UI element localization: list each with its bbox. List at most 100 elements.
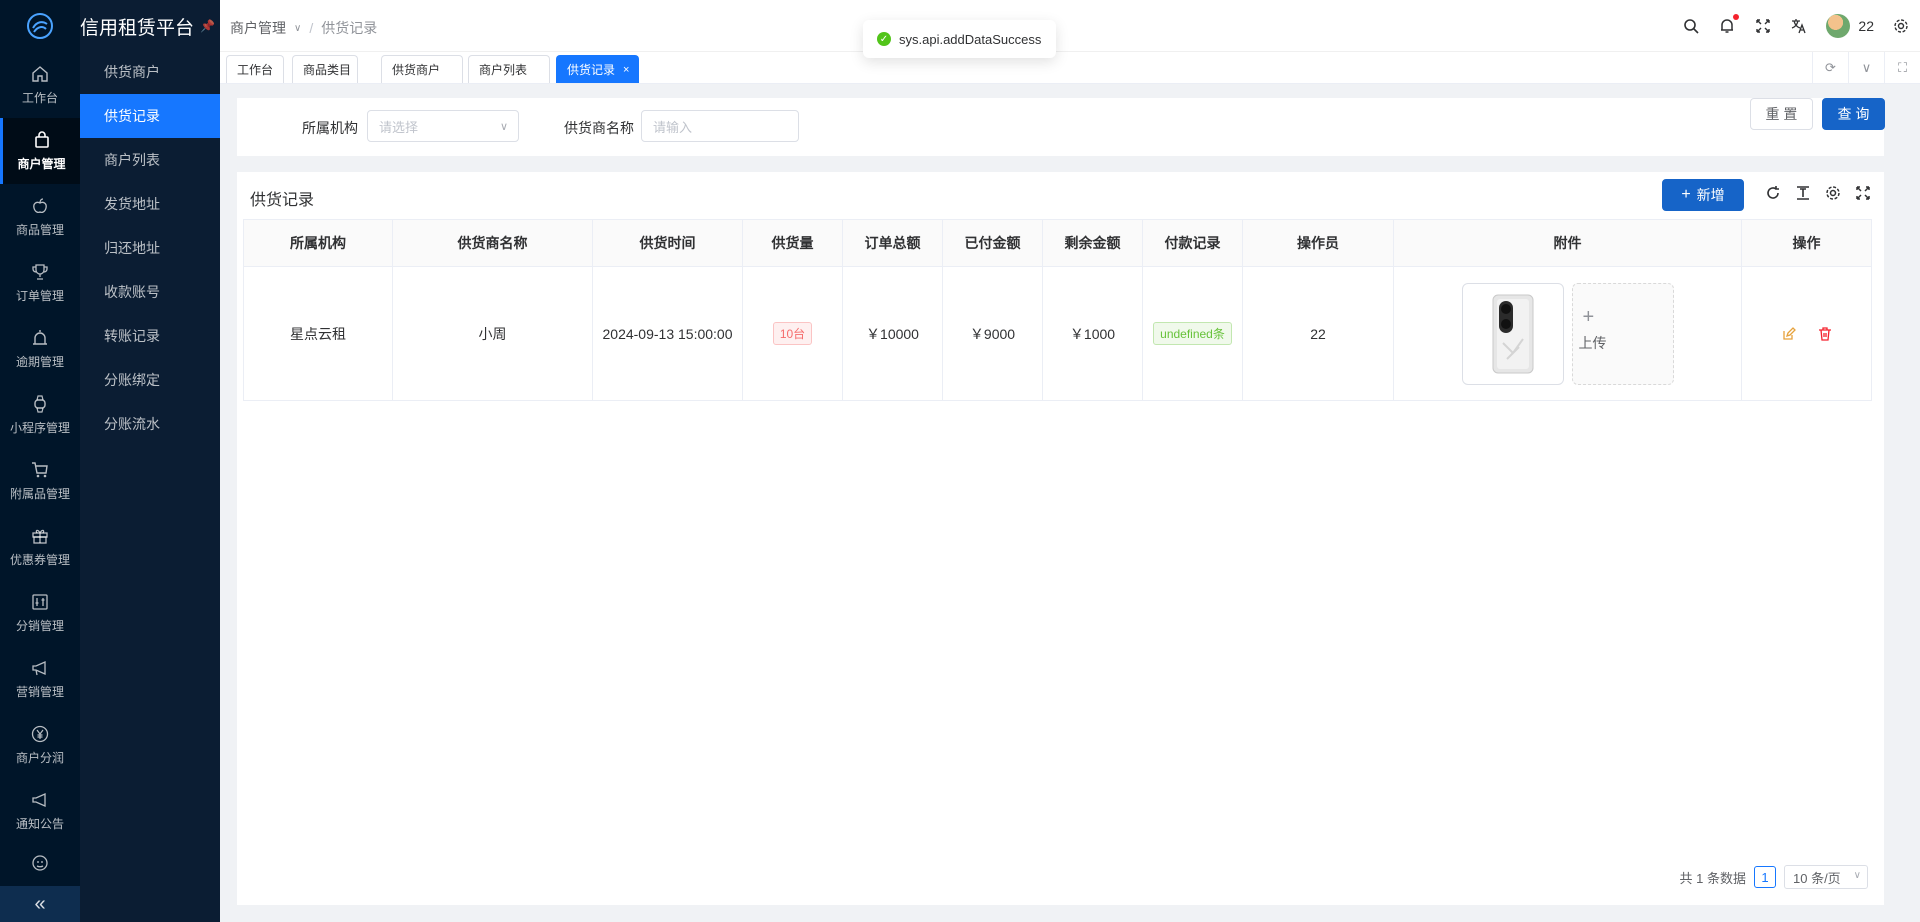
tab-supply-records[interactable]: 供货记录 × xyxy=(556,55,639,83)
avatar[interactable] xyxy=(1826,14,1851,38)
quantity-tag: 10台 xyxy=(772,322,813,345)
cell-supplier: 小周 xyxy=(392,266,593,401)
supplier-label: 供货商名称 xyxy=(564,120,634,136)
cart-icon xyxy=(32,461,48,477)
app-title: 信用租赁平台 xyxy=(80,17,195,39)
submenu-item-receiving-account[interactable]: 收款账号 xyxy=(80,270,220,314)
rail-item-label: 订单管理 xyxy=(15,288,64,303)
delete-icon[interactable] xyxy=(1818,326,1832,341)
submenu: 信用租赁平台 📌 供货商户 供货记录 商户列表 发货地址 归还地址 收款账号 转… xyxy=(80,0,220,922)
settings-icon[interactable] xyxy=(1822,182,1844,204)
query-button[interactable]: 查 询 xyxy=(1822,98,1885,130)
logo-icon xyxy=(27,13,53,39)
rail-item-label: 商户管理 xyxy=(17,156,66,171)
watch-icon xyxy=(34,394,46,413)
close-icon[interactable]: × xyxy=(623,64,629,76)
shopping-bag-icon xyxy=(34,130,49,148)
maximize-icon[interactable]: ⛶ xyxy=(1884,52,1920,84)
sliders-icon xyxy=(32,593,48,610)
user-name[interactable]: 22 xyxy=(1858,18,1874,34)
rail-item-orders[interactable]: 订单管理 xyxy=(0,250,80,316)
tab-goods-category[interactable]: 商品类目 xyxy=(292,55,358,83)
reset-button[interactable]: 重 置 xyxy=(1750,98,1813,130)
column-header: 供货商名称 xyxy=(392,219,593,267)
cell-time: 2024-09-13 15:00:00 xyxy=(592,266,743,401)
brand: 信用租赁平台 📌 xyxy=(80,0,220,52)
filter-panel: 所属机构 请选择 ∨ 供货商名称 请输入 重 置 查 询 xyxy=(237,98,1885,156)
column-header: 操作员 xyxy=(1242,219,1394,267)
row-actions xyxy=(1742,326,1871,341)
gift-icon xyxy=(32,529,48,544)
column-height-icon[interactable] xyxy=(1792,182,1814,204)
rail-item-label: 通知公告 xyxy=(15,816,64,831)
submenu-item-split-binding[interactable]: 分账绑定 xyxy=(80,358,220,402)
expand-icon[interactable] xyxy=(1852,182,1874,204)
notice-icon xyxy=(32,792,46,807)
edit-icon[interactable] xyxy=(1782,326,1796,341)
chevron-down-icon: ∨ xyxy=(1853,870,1861,881)
tab-bar: 工作台 商品类目 供货商户 商户列表 供货记录 × ⟳ ∨ ⛶ xyxy=(220,52,1920,84)
tab-merchant-list[interactable]: 商户列表 xyxy=(468,55,550,83)
table-row: 星点云租 小周 2024-09-13 15:00:00 10台 ￥10000 ￥… xyxy=(243,266,1872,401)
add-button[interactable]: + 新增 xyxy=(1662,179,1744,211)
pin-icon[interactable]: 📌 xyxy=(200,19,215,33)
tab-workbench[interactable]: 工作台 xyxy=(226,55,284,83)
fullscreen-icon[interactable] xyxy=(1754,17,1772,35)
rail-item-coupons[interactable]: 优惠券管理 xyxy=(0,514,80,580)
rail-item-marketing[interactable]: 营销管理 xyxy=(0,646,80,712)
refresh-icon[interactable] xyxy=(1762,182,1784,204)
attachment-thumbnail[interactable] xyxy=(1461,282,1564,385)
gear-icon[interactable] xyxy=(1892,17,1910,35)
rail-item-label: 商户分润 xyxy=(15,750,64,765)
column-header: 已付金额 xyxy=(942,219,1043,267)
records-table: 所属机构 供货商名称 供货时间 供货量 订单总额 已付金额 剩余金额 付款记录 … xyxy=(243,219,1872,401)
chevron-down-icon: ∨ xyxy=(499,121,508,133)
tab-label: 商品类目 xyxy=(303,63,352,77)
add-button-label: 新增 xyxy=(1696,187,1725,203)
plus-icon: + xyxy=(1681,186,1691,203)
submenu-item-split-flow[interactable]: 分账流水 xyxy=(80,402,220,446)
bell-icon[interactable] xyxy=(1718,14,1740,35)
org-select[interactable]: 请选择 ∨ xyxy=(367,110,519,142)
rail-item-distribution[interactable]: 分销管理 xyxy=(0,580,80,646)
submenu-item-supply-records[interactable]: 供货记录 xyxy=(80,94,220,138)
yen-icon xyxy=(31,725,49,742)
submenu-item-merchant-list[interactable]: 商户列表 xyxy=(80,138,220,182)
breadcrumb-item-merchant[interactable]: 商户管理 xyxy=(230,18,286,38)
payment-records-tag[interactable]: undefined条 xyxy=(1153,322,1232,345)
rail-item-merchant[interactable]: 商户管理 xyxy=(0,118,80,184)
chevron-down-icon[interactable]: ∨ xyxy=(1848,52,1884,84)
cell-paid: ￥9000 xyxy=(942,266,1043,401)
rail-item-profit[interactable]: 商户分润 xyxy=(0,712,80,778)
submenu-item-shipping-address[interactable]: 发货地址 xyxy=(80,182,220,226)
submenu-item-transfer-records[interactable]: 转账记录 xyxy=(80,314,220,358)
upload-button[interactable]: + 上传 xyxy=(1571,282,1674,385)
cell-operator: 22 xyxy=(1242,266,1394,401)
column-header: 附件 xyxy=(1393,219,1742,267)
rail-item-accessories[interactable]: 附属品管理 xyxy=(0,448,80,514)
page-size-select[interactable]: 10 条/页 ∨ xyxy=(1784,865,1868,889)
rail-item-notice[interactable]: 通知公告 xyxy=(0,778,80,844)
page-button-current[interactable]: 1 xyxy=(1754,866,1776,888)
tab-supplier-merchants[interactable]: 供货商户 xyxy=(381,55,463,83)
table-title: 供货记录 xyxy=(250,192,315,209)
tab-label: 工作台 xyxy=(237,63,274,77)
cell-total: ￥10000 xyxy=(842,266,943,401)
column-header: 付款记录 xyxy=(1142,219,1243,267)
search-icon[interactable] xyxy=(1682,17,1700,35)
translate-icon[interactable] xyxy=(1790,17,1808,35)
rail-item-more[interactable] xyxy=(0,844,80,884)
rail-item-overdue[interactable]: 逾期管理 xyxy=(0,316,80,382)
megaphone-icon xyxy=(32,660,46,675)
rail-item-goods[interactable]: 商品管理 xyxy=(0,184,80,250)
breadcrumb: 商户管理 ∨ / 供货记录 xyxy=(230,18,377,38)
refresh-tab-icon[interactable]: ⟳ xyxy=(1812,52,1848,84)
collapse-sidebar-button[interactable]: « xyxy=(0,886,80,922)
submenu-item-supplier-merchants[interactable]: 供货商户 xyxy=(80,50,220,94)
rail-item-label: 商品管理 xyxy=(15,222,64,237)
rail-item-workbench[interactable]: 工作台 xyxy=(0,52,80,118)
rail-item-miniprogram[interactable]: 小程序管理 xyxy=(0,382,80,448)
header-actions: 22 xyxy=(1682,0,1920,52)
supplier-name-input[interactable]: 请输入 xyxy=(641,110,799,142)
submenu-item-return-address[interactable]: 归还地址 xyxy=(80,226,220,270)
